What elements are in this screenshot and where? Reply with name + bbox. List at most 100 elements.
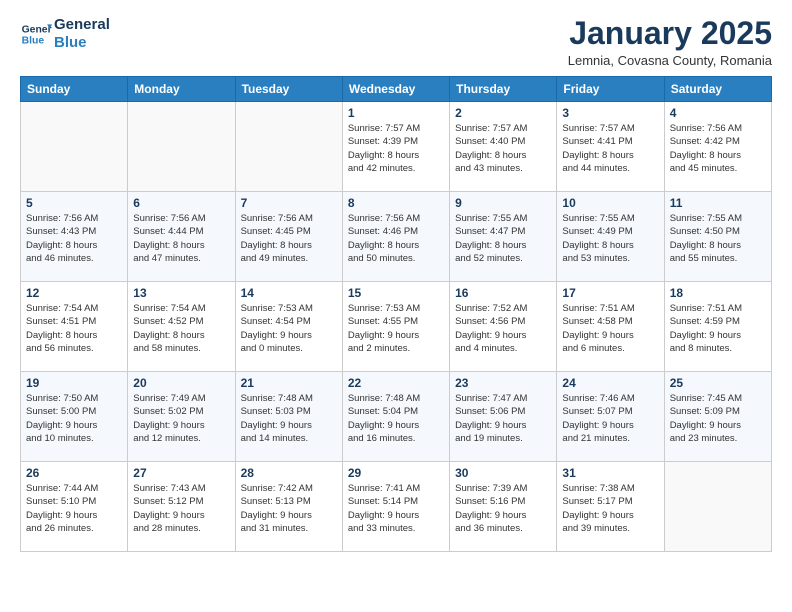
day-number: 26 bbox=[26, 466, 122, 480]
day-number: 31 bbox=[562, 466, 658, 480]
calendar-cell: 16Sunrise: 7:52 AM Sunset: 4:56 PM Dayli… bbox=[450, 282, 557, 372]
day-info: Sunrise: 7:48 AM Sunset: 5:03 PM Dayligh… bbox=[241, 392, 337, 445]
day-number: 2 bbox=[455, 106, 551, 120]
calendar-cell: 5 Sunrise: 7:56 AM Sunset: 4:43 PM Daylig… bbox=[21, 192, 128, 282]
calendar-cell: 9 Sunrise: 7:55 AM Sunset: 4:47 PM Daylig… bbox=[450, 192, 557, 282]
day-number: 6 bbox=[133, 196, 229, 210]
day-info: Sunrise: 7:54 AM Sunset: 4:51 PM Dayligh… bbox=[26, 302, 122, 355]
day-number: 20 bbox=[133, 376, 229, 390]
day-number: 16 bbox=[455, 286, 551, 300]
weekday-header-sunday: Sunday bbox=[21, 77, 128, 102]
day-info: Sunrise: 7:51 AM Sunset: 4:58 PM Dayligh… bbox=[562, 302, 658, 355]
day-info: Sunrise: 7:56 AM Sunset: 4:44 PM Dayligh… bbox=[133, 212, 229, 265]
calendar-cell: 20 Sunrise: 7:49 AM Sunset: 5:02 PM Dayli… bbox=[128, 372, 235, 462]
calendar-cell bbox=[21, 102, 128, 192]
weekday-header-thursday: Thursday bbox=[450, 77, 557, 102]
day-number: 27 bbox=[133, 466, 229, 480]
day-number: 25 bbox=[670, 376, 766, 390]
page: General Blue General Blue January 2025 L… bbox=[0, 0, 792, 572]
calendar-week-row: 12 Sunrise: 7:54 AM Sunset: 4:51 PM Dayli… bbox=[21, 282, 772, 372]
day-info: Sunrise: 7:48 AM Sunset: 5:04 PM Dayligh… bbox=[348, 392, 444, 445]
day-info: Sunrise: 7:56 AM Sunset: 4:46 PM Dayligh… bbox=[348, 212, 444, 265]
day-info: Sunrise: 7:39 AM Sunset: 5:16 PM Dayligh… bbox=[455, 482, 551, 535]
calendar-cell: 6 Sunrise: 7:56 AM Sunset: 4:44 PM Daylig… bbox=[128, 192, 235, 282]
logo-blue: Blue bbox=[54, 34, 87, 51]
weekday-header-tuesday: Tuesday bbox=[235, 77, 342, 102]
calendar-cell: 11 Sunrise: 7:55 AM Sunset: 4:50 PM Dayli… bbox=[664, 192, 771, 282]
logo: General Blue General Blue bbox=[20, 16, 110, 52]
calendar-week-row: 5 Sunrise: 7:56 AM Sunset: 4:43 PM Daylig… bbox=[21, 192, 772, 282]
logo-general: General bbox=[54, 16, 110, 33]
day-info: Sunrise: 7:51 AM Sunset: 4:59 PM Dayligh… bbox=[670, 302, 766, 355]
svg-text:Blue: Blue bbox=[22, 36, 45, 47]
calendar-cell: 1 Sunrise: 7:57 AM Sunset: 4:39 PM Daylig… bbox=[342, 102, 449, 192]
title-block: January 2025 Lemnia, Covasna County, Rom… bbox=[568, 16, 772, 68]
day-number: 1 bbox=[348, 106, 444, 120]
day-number: 15 bbox=[348, 286, 444, 300]
calendar-cell: 23Sunrise: 7:47 AM Sunset: 5:06 PM Dayli… bbox=[450, 372, 557, 462]
calendar-cell: 7Sunrise: 7:56 AM Sunset: 4:45 PM Daylig… bbox=[235, 192, 342, 282]
calendar-cell: 17 Sunrise: 7:51 AM Sunset: 4:58 PM Dayli… bbox=[557, 282, 664, 372]
day-info: Sunrise: 7:57 AM Sunset: 4:40 PM Dayligh… bbox=[455, 122, 551, 175]
month-title: January 2025 bbox=[568, 16, 772, 51]
day-info: Sunrise: 7:56 AM Sunset: 4:42 PM Dayligh… bbox=[670, 122, 766, 175]
day-number: 7 bbox=[241, 196, 337, 210]
day-info: Sunrise: 7:44 AM Sunset: 5:10 PM Dayligh… bbox=[26, 482, 122, 535]
day-info: Sunrise: 7:49 AM Sunset: 5:02 PM Dayligh… bbox=[133, 392, 229, 445]
day-number: 30 bbox=[455, 466, 551, 480]
day-info: Sunrise: 7:46 AM Sunset: 5:07 PM Dayligh… bbox=[562, 392, 658, 445]
logo-icon: General Blue bbox=[20, 18, 52, 50]
day-info: Sunrise: 7:57 AM Sunset: 4:39 PM Dayligh… bbox=[348, 122, 444, 175]
day-info: Sunrise: 7:56 AM Sunset: 4:43 PM Dayligh… bbox=[26, 212, 122, 265]
calendar-cell: 8 Sunrise: 7:56 AM Sunset: 4:46 PM Daylig… bbox=[342, 192, 449, 282]
calendar-cell: 27 Sunrise: 7:43 AM Sunset: 5:12 PM Dayli… bbox=[128, 462, 235, 552]
day-info: Sunrise: 7:54 AM Sunset: 4:52 PM Dayligh… bbox=[133, 302, 229, 355]
calendar-cell: 31 Sunrise: 7:38 AM Sunset: 5:17 PM Dayli… bbox=[557, 462, 664, 552]
day-info: Sunrise: 7:55 AM Sunset: 4:47 PM Dayligh… bbox=[455, 212, 551, 265]
calendar-cell bbox=[664, 462, 771, 552]
day-number: 17 bbox=[562, 286, 658, 300]
day-number: 12 bbox=[26, 286, 122, 300]
calendar-cell: 10Sunrise: 7:55 AM Sunset: 4:49 PM Dayli… bbox=[557, 192, 664, 282]
calendar-cell: 25Sunrise: 7:45 AM Sunset: 5:09 PM Dayli… bbox=[664, 372, 771, 462]
day-number: 8 bbox=[348, 196, 444, 210]
day-number: 3 bbox=[562, 106, 658, 120]
day-info: Sunrise: 7:47 AM Sunset: 5:06 PM Dayligh… bbox=[455, 392, 551, 445]
calendar-cell: 29Sunrise: 7:41 AM Sunset: 5:14 PM Dayli… bbox=[342, 462, 449, 552]
calendar-week-row: 19 Sunrise: 7:50 AM Sunset: 5:00 PM Dayli… bbox=[21, 372, 772, 462]
calendar-cell: 18Sunrise: 7:51 AM Sunset: 4:59 PM Dayli… bbox=[664, 282, 771, 372]
calendar-cell: 26 Sunrise: 7:44 AM Sunset: 5:10 PM Dayli… bbox=[21, 462, 128, 552]
svg-text:General: General bbox=[22, 24, 52, 35]
weekday-header-friday: Friday bbox=[557, 77, 664, 102]
day-info: Sunrise: 7:43 AM Sunset: 5:12 PM Dayligh… bbox=[133, 482, 229, 535]
calendar-cell: 21Sunrise: 7:48 AM Sunset: 5:03 PM Dayli… bbox=[235, 372, 342, 462]
day-info: Sunrise: 7:38 AM Sunset: 5:17 PM Dayligh… bbox=[562, 482, 658, 535]
day-number: 24 bbox=[562, 376, 658, 390]
day-number: 5 bbox=[26, 196, 122, 210]
day-info: Sunrise: 7:53 AM Sunset: 4:55 PM Dayligh… bbox=[348, 302, 444, 355]
calendar-cell: 14Sunrise: 7:53 AM Sunset: 4:54 PM Dayli… bbox=[235, 282, 342, 372]
day-number: 13 bbox=[133, 286, 229, 300]
day-info: Sunrise: 7:57 AM Sunset: 4:41 PM Dayligh… bbox=[562, 122, 658, 175]
day-info: Sunrise: 7:50 AM Sunset: 5:00 PM Dayligh… bbox=[26, 392, 122, 445]
day-info: Sunrise: 7:42 AM Sunset: 5:13 PM Dayligh… bbox=[241, 482, 337, 535]
calendar-cell: 30 Sunrise: 7:39 AM Sunset: 5:16 PM Dayli… bbox=[450, 462, 557, 552]
day-number: 4 bbox=[670, 106, 766, 120]
day-info: Sunrise: 7:55 AM Sunset: 4:50 PM Dayligh… bbox=[670, 212, 766, 265]
calendar-cell: 13 Sunrise: 7:54 AM Sunset: 4:52 PM Dayli… bbox=[128, 282, 235, 372]
location-subtitle: Lemnia, Covasna County, Romania bbox=[568, 53, 772, 68]
day-number: 19 bbox=[26, 376, 122, 390]
day-number: 9 bbox=[455, 196, 551, 210]
calendar-week-row: 26 Sunrise: 7:44 AM Sunset: 5:10 PM Dayli… bbox=[21, 462, 772, 552]
logo-text: General Blue bbox=[54, 16, 110, 52]
calendar-week-row: 1 Sunrise: 7:57 AM Sunset: 4:39 PM Daylig… bbox=[21, 102, 772, 192]
weekday-header-row: SundayMondayTuesdayWednesdayThursdayFrid… bbox=[21, 77, 772, 102]
calendar-cell: 28 Sunrise: 7:42 AM Sunset: 5:13 PM Dayli… bbox=[235, 462, 342, 552]
day-number: 28 bbox=[241, 466, 337, 480]
day-number: 11 bbox=[670, 196, 766, 210]
calendar-cell: 22 Sunrise: 7:48 AM Sunset: 5:04 PM Dayli… bbox=[342, 372, 449, 462]
weekday-header-wednesday: Wednesday bbox=[342, 77, 449, 102]
calendar-cell bbox=[235, 102, 342, 192]
day-number: 22 bbox=[348, 376, 444, 390]
day-number: 29 bbox=[348, 466, 444, 480]
